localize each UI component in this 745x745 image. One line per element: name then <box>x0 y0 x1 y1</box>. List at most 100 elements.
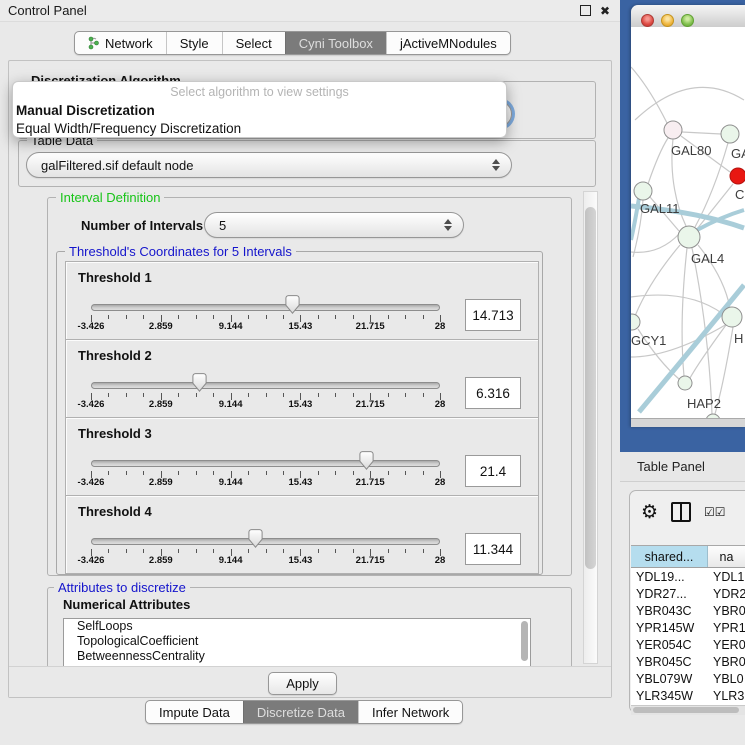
network-node[interactable] <box>678 226 700 248</box>
close-traffic-light-icon[interactable] <box>641 14 654 27</box>
bottom-tab-discretize-data[interactable]: Discretize Data <box>243 701 358 723</box>
table-cell[interactable]: YDL1 <box>708 570 745 584</box>
table-column-header[interactable]: shared... <box>631 546 708 567</box>
network-node[interactable] <box>631 314 640 330</box>
network-node[interactable] <box>730 168 745 184</box>
table-cell[interactable]: YBR0 <box>708 655 745 669</box>
zoom-traffic-light-icon[interactable] <box>681 14 694 27</box>
slider-tick-label: 15.43 <box>289 399 313 410</box>
table-cell[interactable]: YDR2 <box>708 587 745 601</box>
tab-label: Network <box>105 36 153 51</box>
threshold-slider-track[interactable] <box>91 538 440 545</box>
attributes-list-scrollbar[interactable] <box>521 621 528 661</box>
slider-tick <box>353 393 354 397</box>
table-cell[interactable]: YBL079W <box>631 672 708 686</box>
bottom-tab-impute-data[interactable]: Impute Data <box>146 701 243 723</box>
table-cell[interactable]: YBR045C <box>631 655 708 669</box>
interval-definition-group-title: Interval Definition <box>56 190 164 205</box>
attribute-list-item[interactable]: TopologicalCoefficient <box>64 634 530 649</box>
table-row[interactable]: YDR27...YDR2 <box>631 585 745 602</box>
tab-network[interactable]: Network <box>75 32 166 54</box>
threshold-value-field[interactable]: 21.4 <box>465 455 521 487</box>
dropdown-item[interactable]: Manual Discretization <box>13 101 506 119</box>
threshold-panel: Threshold 2-3.4262.8599.14415.4321.71528… <box>65 339 539 418</box>
table-panel-titlebar: Table Panel <box>620 452 745 482</box>
interval-definition-group: Interval Definition Number of Intervals … <box>47 197 572 576</box>
slider-tick <box>178 471 179 475</box>
close-icon[interactable]: ✖ <box>598 4 612 18</box>
network-node[interactable] <box>664 121 682 139</box>
apply-button[interactable]: Apply <box>268 672 337 695</box>
number-of-intervals-label: Number of Intervals <box>81 218 203 233</box>
table-hscrollbar-track[interactable] <box>631 705 745 715</box>
table-cell[interactable]: YER054C <box>631 638 708 652</box>
table-row[interactable]: YBR045CYBR0 <box>631 653 745 670</box>
table-cell[interactable]: YDL19... <box>631 570 708 584</box>
table-cell[interactable]: YBL0 <box>708 672 745 686</box>
settings-scrollbar-thumb[interactable] <box>585 207 596 569</box>
gear-icon[interactable]: ⚙ <box>641 503 658 522</box>
table-cell[interactable]: YLR3 <box>708 689 745 703</box>
dropdown-item[interactable]: Equal Width/Frequency Discretization <box>13 119 506 137</box>
columns-icon[interactable] <box>671 502 691 522</box>
table-data-combobox[interactable]: galFiltered.sif default node <box>26 152 512 178</box>
table-cell[interactable]: YBR0 <box>708 604 745 618</box>
table-row[interactable]: YLR345WYLR3 <box>631 687 745 704</box>
float-icon[interactable] <box>578 4 592 18</box>
slider-tick <box>196 315 197 319</box>
threshold-value-field[interactable]: 11.344 <box>465 533 521 565</box>
slider-tick <box>423 393 424 397</box>
table-cell[interactable]: YER0 <box>708 638 745 652</box>
table-cell[interactable]: YPR1 <box>708 621 745 635</box>
table-cell[interactable]: YBR043C <box>631 604 708 618</box>
network-node[interactable] <box>722 307 742 327</box>
table-row[interactable]: YBR043CYBR0 <box>631 602 745 619</box>
tab-style[interactable]: Style <box>166 32 222 54</box>
threshold-slider-thumb[interactable] <box>192 373 207 392</box>
slider-tick <box>318 471 319 475</box>
select-columns-checkboxes-icon[interactable]: ☑☑ <box>704 505 726 519</box>
tab-label: Select <box>236 36 272 51</box>
control-panel-title: Control Panel <box>8 3 572 18</box>
bottom-tab-infer-network[interactable]: Infer Network <box>358 701 462 723</box>
network-window-titlebar[interactable] <box>631 5 745 28</box>
attribute-list-item[interactable]: BetweennessCentrality <box>64 649 530 664</box>
slider-tick <box>196 393 197 397</box>
network-node[interactable] <box>721 125 739 143</box>
tab-cyni-toolbox[interactable]: Cyni Toolbox <box>285 32 386 54</box>
minimize-traffic-light-icon[interactable] <box>661 14 674 27</box>
table-cell[interactable]: YDR27... <box>631 587 708 601</box>
slider-tick <box>178 549 179 553</box>
settings-scrollbar-track[interactable] <box>583 191 598 664</box>
slider-tick-label: 2.859 <box>149 321 173 332</box>
threshold-slider-track[interactable] <box>91 304 440 311</box>
network-node[interactable] <box>678 376 692 390</box>
table-column-header[interactable]: na <box>708 546 745 567</box>
threshold-slider-track[interactable] <box>91 460 440 467</box>
slider-tick-label: 28 <box>435 555 446 566</box>
network-node-label: H <box>734 331 743 346</box>
tab-select[interactable]: Select <box>222 32 285 54</box>
threshold-slider-thumb[interactable] <box>359 451 374 470</box>
table-cell[interactable]: YLR345W <box>631 689 708 703</box>
table-hscrollbar-thumb[interactable] <box>633 707 739 713</box>
slider-tick <box>196 549 197 553</box>
attribute-list-item[interactable]: SelfLoops <box>64 619 530 634</box>
slider-tick <box>318 549 319 553</box>
table-cell[interactable]: YPR145W <box>631 621 708 635</box>
number-of-intervals-combobox[interactable]: 5 <box>204 212 464 238</box>
threshold-slider-thumb[interactable] <box>285 295 300 314</box>
table-row[interactable]: YDL19...YDL1 <box>631 568 745 585</box>
slider-tick <box>423 315 424 319</box>
tab-jactivemnodules[interactable]: jActiveMNodules <box>386 32 510 54</box>
threshold-slider-thumb[interactable] <box>248 529 263 548</box>
threshold-value-field[interactable]: 14.713 <box>465 299 521 331</box>
table-row[interactable]: YBL079WYBL0 <box>631 670 745 687</box>
slider-tick <box>335 315 336 319</box>
table-row[interactable]: YPR145WYPR1 <box>631 619 745 636</box>
threshold-value-field[interactable]: 6.316 <box>465 377 521 409</box>
network-canvas[interactable]: GAL80GACGAL11GAL4GCY1HHAP2 <box>631 27 745 418</box>
network-node[interactable] <box>634 182 652 200</box>
table-row[interactable]: YER054CYER0 <box>631 636 745 653</box>
threshold-slider-track[interactable] <box>91 382 440 389</box>
